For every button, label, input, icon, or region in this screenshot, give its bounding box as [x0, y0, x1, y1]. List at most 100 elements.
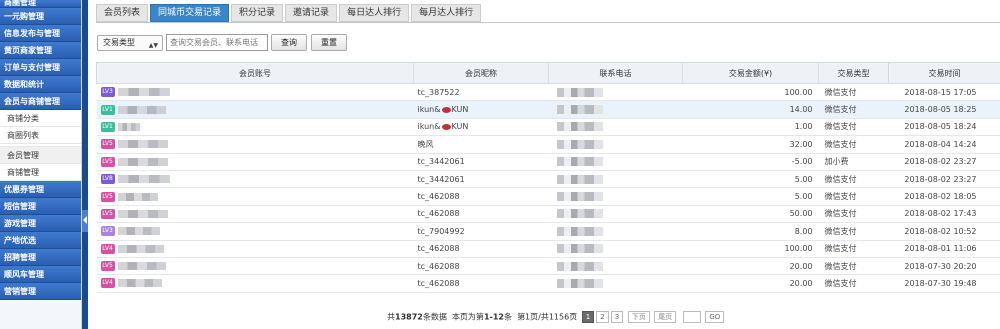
sidebar-menu-header[interactable]: 黄页商家管理 [0, 42, 81, 59]
table-row[interactable]: LV5 tc_462088 50.00 微信支付 2018-08-02 17:43 [96, 205, 1000, 224]
tab-bar: 会员列表 同城币交易记录 积分记录 邀请记录 每日达人排行 每月达人排行 [96, 4, 483, 24]
transaction-type-select[interactable]: 交易类型 ▲▼ [97, 35, 163, 51]
redacted-phone [556, 261, 603, 271]
table-row[interactable]: LV8 tc_3442061 5.00 微信支付 2018-08-02 23:27 [96, 170, 1000, 189]
account-cell: LV8 [96, 170, 414, 189]
collapse-toggle[interactable] [82, 210, 88, 232]
phone-cell [548, 100, 683, 119]
table-row[interactable]: LV5 tc_462088 5.00 微信支付 2018-08-02 18:05 [96, 187, 1000, 206]
sidebar-menu-header[interactable]: 订单与支付管理 [0, 59, 81, 76]
redacted-account [117, 140, 168, 149]
sidebar-menu-header[interactable]: 优惠券管理 [0, 181, 81, 198]
nickname-text: tc_462088 [417, 192, 460, 202]
table-row[interactable]: LV1 ikun& KUN 1.00 微信支付 2018-08-05 18:24 [96, 118, 1000, 137]
phone-cell [548, 187, 683, 206]
sidebar-menu-header[interactable]: 招聘管理 [0, 249, 81, 266]
phone-cell [548, 83, 683, 102]
redacted-phone [556, 174, 603, 184]
sidebar-menu-header[interactable]: 产地优选 [0, 232, 81, 249]
time-cell: 2018-07-30 19:48 [888, 274, 1000, 293]
tab[interactable]: 邀请记录 [285, 4, 338, 22]
table-row[interactable]: LV3 tc_7904992 8.00 微信支付 2018-08-02 10:52 [96, 222, 1000, 241]
nickname-text: tc_7904992 [417, 226, 465, 236]
account-cell: LV4 [96, 274, 414, 293]
tab[interactable]: 每月达人排行 [411, 4, 482, 22]
chevron-updown-icon: ▲▼ [148, 42, 158, 49]
table-row[interactable]: LV1 ikun& KUN 14.00 微信支付 2018-08-05 18:25 [96, 100, 1000, 119]
sidebar-submenu-item[interactable]: 商圈列表 [0, 127, 81, 144]
sidebar-submenu-item[interactable]: 商铺管理 [0, 164, 81, 181]
phone-cell [548, 240, 683, 258]
account-cell: LV3 [96, 83, 414, 102]
page-info: 第1页/共1156页 [517, 312, 578, 322]
table-body: LV3 tc_387522 100.00 微信支付 2018-08-15 17:05 LV… [96, 83, 1000, 293]
total-suffix: 条数据 [422, 312, 447, 322]
sidebar-menu-header[interactable]: 顺风车管理 [0, 266, 81, 283]
sidebar-menu-header[interactable]: 信息发布与管理 [0, 25, 81, 42]
time-cell: 2018-08-02 23:27 [888, 170, 1000, 189]
amount-cell: 14.00 [682, 100, 819, 119]
page-number-button[interactable]: 1 [581, 311, 595, 323]
lips-emoji-icon [441, 106, 451, 113]
page-number-button[interactable]: 2 [596, 311, 609, 323]
account-cell: LV1 [96, 118, 414, 137]
level-badge: LV1 [100, 121, 115, 132]
tab[interactable]: 会员列表 [96, 4, 149, 22]
redacted-account [117, 105, 166, 114]
level-badge: LV5 [100, 208, 115, 219]
column-header: 交易类型 [818, 62, 889, 84]
table-header-row: 会员账号 会员昵称 联系电话 交易金额(¥) 交易类型 交易时间 [96, 62, 1000, 84]
lips-emoji-icon [441, 123, 451, 130]
type-cell: 微信支付 [818, 205, 889, 224]
search-input[interactable] [166, 34, 268, 51]
sidebar-menu-header[interactable]: 商圈管理 [0, 0, 81, 8]
page-number-button[interactable]: 3 [610, 311, 624, 323]
tab[interactable]: 积分记录 [231, 4, 284, 22]
sidebar-menu-header[interactable]: 营销管理 [0, 283, 81, 300]
phone-cell [548, 222, 683, 241]
table-row[interactable]: LV4 tc_462088 20.00 微信支付 2018-07-30 19:48 [96, 274, 1000, 293]
nickname-cell: ikun& KUN [413, 118, 549, 137]
amount-cell: 100.00 [682, 83, 819, 102]
table-row[interactable]: LV3 tc_387522 100.00 微信支付 2018-08-15 17:05 [96, 83, 1000, 102]
sidebar-menu-header[interactable]: 短信管理 [0, 198, 81, 215]
query-button[interactable]: 查询 [271, 34, 307, 51]
last-page-button[interactable]: 尾页 [654, 311, 677, 323]
redacted-phone [556, 87, 603, 97]
tab[interactable]: 同城币交易记录 [150, 4, 230, 22]
go-button[interactable]: GO [705, 311, 725, 323]
range-suffix: 条 [503, 312, 512, 322]
type-cell: 微信支付 [818, 257, 889, 276]
time-cell: 2018-08-15 17:05 [888, 83, 1000, 102]
sidebar-menu-header[interactable]: 游戏管理 [0, 215, 81, 232]
level-badge: LV1 [100, 104, 115, 115]
phone-cell [548, 135, 683, 154]
nickname-cell: tc_462088 [413, 205, 549, 224]
sidebar-menu-header[interactable]: 数据和统计 [0, 76, 81, 93]
tab[interactable]: 每日达人排行 [339, 4, 410, 22]
redacted-phone [556, 122, 603, 132]
next-page-button[interactable]: 下页 [627, 311, 650, 323]
account-cell: LV5 [96, 205, 414, 224]
pagination: 共13872条数据 本页为第1-12条 第1页/共1156页 123 下页 尾页… [387, 311, 725, 324]
column-header: 交易金额(¥) [682, 62, 819, 84]
amount-cell: 5.00 [682, 170, 819, 189]
table-row[interactable]: LV4 tc_462088 100.00 微信支付 2018-08-01 11:06 [96, 240, 1000, 258]
sidebar-submenu-item[interactable]: 商铺分类 [0, 110, 81, 127]
sidebar-menu-header[interactable]: 会员与商铺管理 [0, 93, 81, 110]
level-badge: LV8 [100, 174, 115, 185]
type-cell: 加小费 [818, 153, 889, 171]
sidebar-submenu-item[interactable]: 会员管理 [0, 147, 81, 164]
reset-button[interactable]: 重置 [311, 34, 347, 51]
redacted-account [117, 262, 166, 271]
table-row[interactable]: LV5 晚风 32.00 微信支付 2018-08-04 14:24 [96, 135, 1000, 154]
transaction-table: 会员账号 会员昵称 联系电话 交易金额(¥) 交易类型 交易时间 LV3 tc_387522… [96, 62, 1000, 293]
type-cell: 微信支付 [818, 274, 889, 293]
table-row[interactable]: LV5 tc_3442061 -5.00 加小费 2018-08-02 23:27 [96, 153, 1000, 171]
goto-page-input[interactable] [682, 311, 701, 323]
nickname-text: tc_3442061 [417, 157, 465, 167]
account-cell: LV5 [96, 257, 414, 276]
nickname-text: tc_387522 [417, 87, 460, 97]
sidebar-menu-header[interactable]: 一元购管理 [0, 8, 81, 25]
table-row[interactable]: LV5 tc_462088 20.00 微信支付 2018-07-30 20:20 [96, 257, 1000, 276]
